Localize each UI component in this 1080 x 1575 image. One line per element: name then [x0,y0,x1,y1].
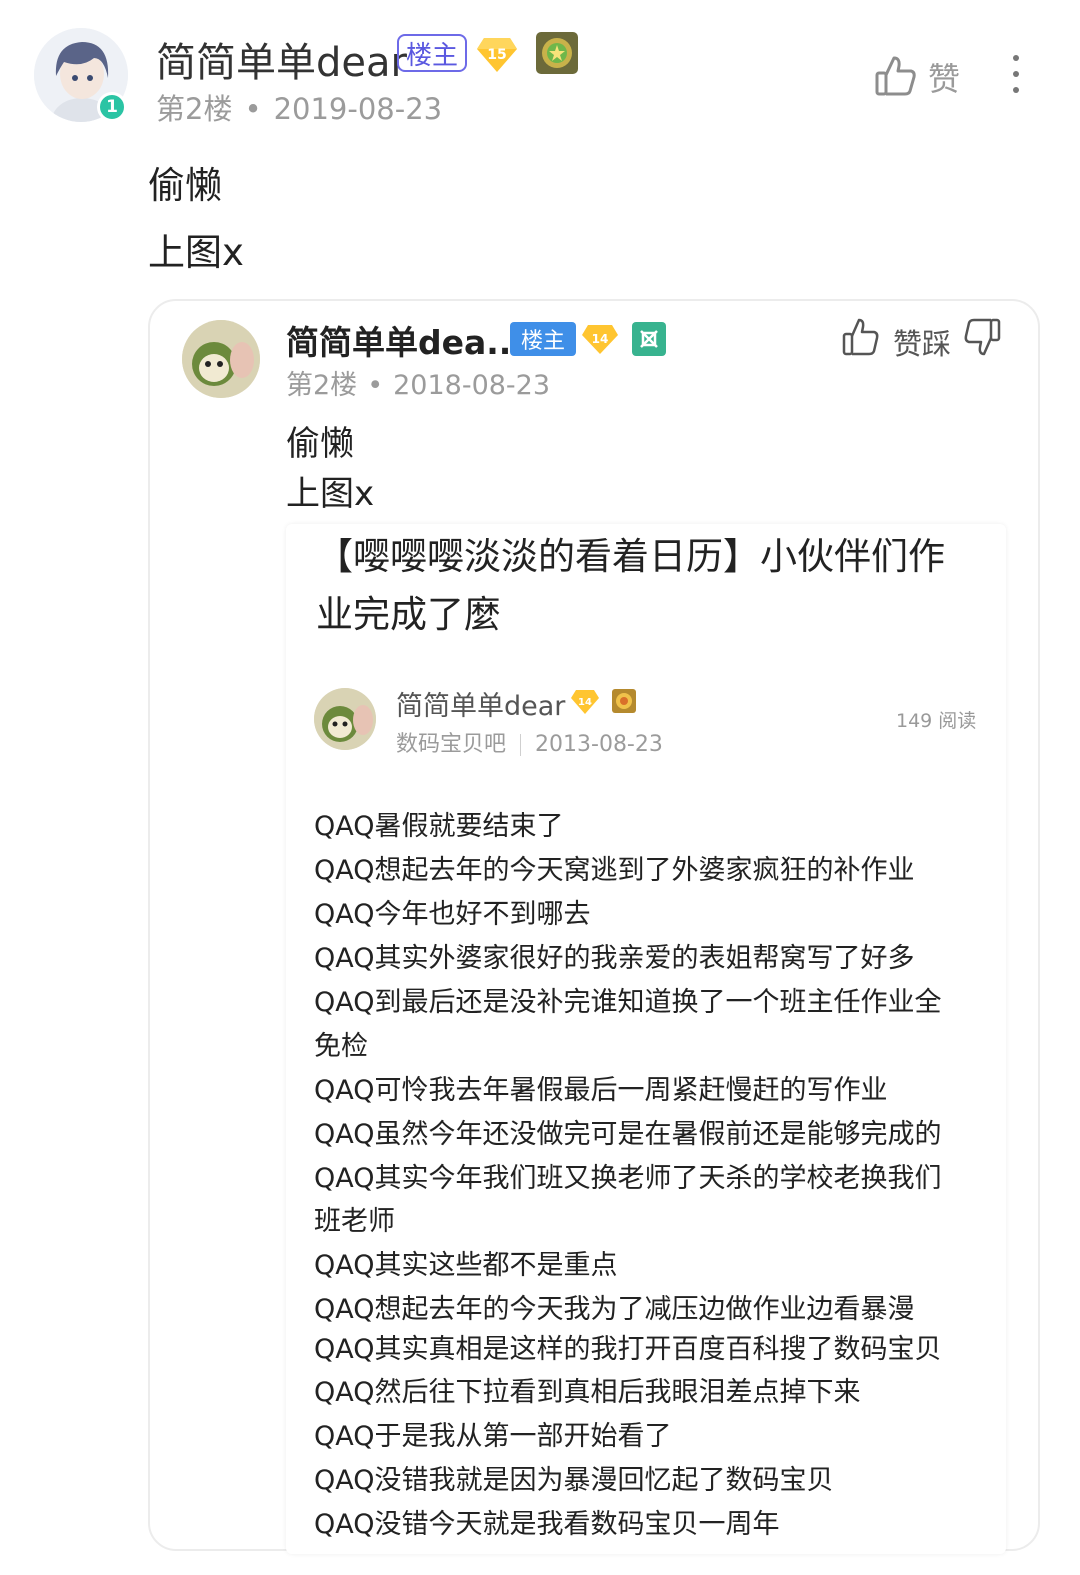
level-gem-icon: 15 [476,34,518,74]
article-level-gem-icon: 14 [570,688,600,716]
article-line: QAQ想起去年的今天我为了减压边做作业边看暴漫 [314,1294,915,1325]
quoted-level-number: 14 [592,332,609,346]
article-line: QAQ可怜我去年暑假最后一周紧赶慢赶的写作业 [314,1075,888,1106]
article-line: QAQ其实外婆家很好的我亲爱的表姐帮窝写了好多 [314,943,915,974]
quoted-avatar [182,320,260,398]
quoted-medal-icon [632,322,666,356]
quoted-thumbs-up-icon [842,317,880,357]
article-line: QAQ想起去年的今天窝逃到了外婆家疯狂的补作业 [314,855,915,886]
article-line: 免检 [314,1031,368,1062]
quoted-thumbs-down-icon [963,317,1001,357]
article-line: QAQ暑假就要结束了 [314,811,564,842]
post-username[interactable]: 简简单单dear [156,30,407,88]
article-line: QAQ今年也好不到哪去 [314,899,591,930]
user-level-badge: 1 [97,92,127,122]
more-options-icon[interactable] [1006,55,1026,97]
article-line: QAQ虽然今年还没做完可是在暑假前还是能够完成的 [314,1119,942,1150]
quoted-floor: 第2楼 [286,370,358,401]
article-date: 2013-08-23 [535,732,663,757]
medal-icon [535,31,579,75]
post-text-line: 偷懒 [148,164,222,207]
article-line: QAQ其实今年我们班又换老师了天杀的学校老换我们 [314,1163,942,1194]
article-line: QAQ然后往下拉看到真相后我眼泪差点掉下来 [314,1377,861,1408]
quoted-owner-badge: 楼主 [510,322,576,356]
quoted-meta: 第2楼 • 2018-08-23 [286,370,551,401]
article-read-count: 149 阅读 [896,710,977,732]
quoted-text-line: 上图x [286,474,375,514]
post-text-line: 上图x [148,231,244,274]
article-title-line: 【嘤嘤嘤淡淡的看着日历】小伙伴们作 [316,535,945,578]
article-author-name: 简简单单dear [396,691,566,722]
floor-label: 第2楼 [156,92,233,126]
quoted-date: 2018-08-23 [393,370,551,401]
like-button[interactable]: 赞 [928,54,960,100]
article-line: QAQ没错我就是因为暴漫回忆起了数码宝贝 [314,1465,834,1496]
level-gem-number: 15 [487,47,506,63]
article-line: QAQ没错今天就是我看数码宝贝一周年 [314,1509,780,1540]
quoted-username: 简简单单dea... [286,323,524,362]
article-line: QAQ于是我从第一部开始看了 [314,1421,672,1452]
quoted-text-line: 偷懒 [286,424,354,464]
thumbs-up-icon[interactable] [874,54,918,98]
article-medal-icon [611,688,637,714]
owner-badge: 楼主 [397,34,467,72]
article-line: 班老师 [314,1206,395,1237]
article-line: QAQ其实这些都不是重点 [314,1250,618,1281]
post-meta: 第2楼 • 2019-08-23 [156,92,443,126]
article-forum: 数码宝贝吧 [396,732,507,757]
article-line: QAQ到最后还是没补完谁知道换了一个班主任作业全 [314,987,942,1018]
quoted-vote-label: 赞踩 [893,327,952,361]
article-author-avatar [314,688,376,750]
article-line: QAQ其实真相是这样的我打开百度百科搜了数码宝贝 [314,1334,942,1365]
article-meta: 数码宝贝吧 2013-08-23 [396,726,663,758]
post-date: 2019-08-23 [273,92,443,126]
quoted-level-gem-icon: 14 [581,322,619,356]
article-title-line: 业完成了麼 [316,593,501,636]
article-level-number: 14 [578,697,592,708]
